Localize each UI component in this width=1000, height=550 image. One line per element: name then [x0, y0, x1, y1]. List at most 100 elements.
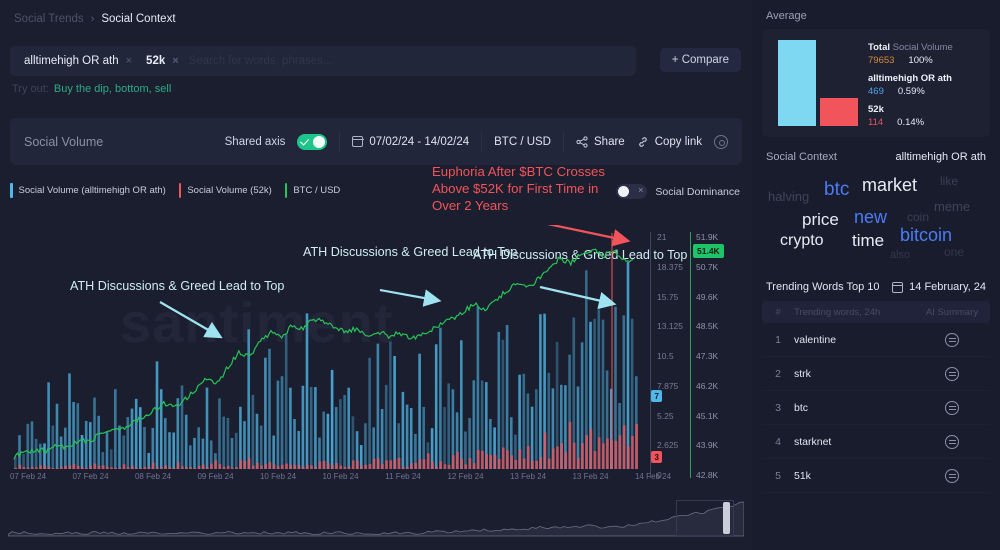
volume-bar: [134, 398, 138, 469]
try-out-link[interactable]: Buy the dip, bottom, sell: [54, 83, 171, 95]
legend-item-btc-usd[interactable]: BTC / USD: [284, 183, 340, 198]
volume-bar-52k: [297, 465, 301, 469]
volume-bar: [364, 423, 367, 469]
volume-bar-52k: [618, 435, 622, 469]
word-cloud-item[interactable]: one: [944, 245, 964, 259]
share-button[interactable]: Share: [576, 136, 625, 148]
volume-bar-52k: [439, 461, 443, 469]
volume-bar-52k: [427, 453, 430, 469]
navigator-handle-right[interactable]: [723, 502, 730, 534]
volume-bar: [97, 415, 100, 469]
breadcrumb-separator-icon: ›: [90, 13, 95, 25]
volume-bar: [234, 432, 238, 469]
word-cloud-item[interactable]: price: [802, 210, 839, 230]
shared-axis-toggle[interactable]: [297, 133, 328, 150]
breadcrumb-root[interactable]: Social Trends: [14, 13, 84, 25]
volume-bar: [464, 431, 467, 469]
volume-axis-tick: 18.375: [657, 261, 683, 272]
volume-bar-52k: [293, 464, 297, 469]
volume-bar: [180, 385, 184, 469]
ai-summary-icon[interactable]: [945, 332, 959, 347]
legend-item-social-volume-52k[interactable]: Social Volume (52k): [178, 183, 272, 198]
volume-bar-52k: [143, 466, 147, 469]
x-axis-tick: 10 Feb 24: [322, 472, 359, 481]
volume-bar: [322, 411, 325, 469]
volume-bar-52k: [606, 438, 609, 469]
volume-bar-52k: [502, 447, 505, 469]
price-axis-tick: 43.9K: [696, 440, 719, 451]
search-bar[interactable]: alltimehigh OR ath × 52k ×: [10, 46, 636, 76]
word-cloud: halving btc market like meme price new coin bitc…: [762, 167, 990, 271]
volume-bar-52k: [335, 463, 338, 469]
volume-bar-52k: [510, 455, 513, 469]
word-cloud-item[interactable]: coin: [907, 210, 929, 224]
volume-bar: [309, 387, 313, 469]
word-cloud-item[interactable]: also: [890, 249, 910, 261]
table-row[interactable]: 2 strk: [762, 357, 990, 391]
volume-bar-52k: [60, 466, 63, 469]
table-row[interactable]: 3 btc: [762, 391, 990, 425]
volume-bar: [239, 406, 242, 469]
trending-date-picker[interactable]: 14 February, 24: [891, 281, 986, 293]
chart-plot-area[interactable]: [10, 225, 645, 475]
axis-line: [650, 232, 651, 478]
ai-summary-icon[interactable]: [945, 366, 959, 381]
volume-bar: [251, 394, 255, 469]
compare-button[interactable]: + Compare: [659, 48, 741, 72]
ai-summary-icon[interactable]: [945, 400, 959, 415]
volume-bar: [201, 438, 205, 469]
volume-bar-52k: [252, 465, 255, 469]
volume-bar-52k: [531, 460, 534, 469]
search-input[interactable]: [188, 55, 626, 67]
word-cloud-item[interactable]: like: [940, 174, 958, 188]
gear-icon[interactable]: [714, 134, 728, 149]
word-cloud-item[interactable]: market: [862, 175, 917, 196]
breadcrumb: Social Trends › Social Context: [0, 0, 752, 25]
trending-words-title: Trending Words Top 10: [766, 281, 880, 293]
volume-bar-52k: [193, 468, 197, 469]
table-row[interactable]: 1 valentine: [762, 323, 990, 357]
ai-summary-icon[interactable]: [945, 468, 959, 483]
volume-bar: [593, 318, 596, 469]
volume-bar-52k: [568, 422, 572, 469]
chip-close-icon[interactable]: ×: [126, 55, 132, 67]
stat-value: 79653: [868, 55, 895, 66]
chart-navigator[interactable]: [7, 500, 745, 538]
volume-bar-52k: [51, 467, 55, 469]
volume-bar-52k: [22, 467, 26, 469]
ai-summary-icon[interactable]: [945, 434, 959, 449]
volume-bar-52k: [43, 465, 47, 469]
pair-selector[interactable]: BTC / USD: [494, 136, 551, 148]
volume-axis-tick: 5.25: [657, 410, 674, 421]
chip-alltimehigh[interactable]: alltimehigh OR ath ×: [20, 53, 136, 69]
word-cloud-item[interactable]: halving: [768, 189, 809, 204]
word-cloud-item[interactable]: time: [852, 231, 884, 251]
table-header: # Trending words, 24h AI Summary: [762, 301, 990, 323]
legend-item-social-volume-ath[interactable]: Social Volume (alltimehigh OR ath): [10, 183, 166, 198]
average-bar-chart: [772, 38, 868, 128]
calendar-icon: [891, 281, 904, 293]
word-cloud-item[interactable]: new: [854, 207, 887, 228]
word-cloud-item[interactable]: crypto: [780, 232, 824, 250]
volume-bar: [347, 387, 350, 469]
volume-bar-52k: [197, 465, 201, 469]
chip-close-icon[interactable]: ×: [172, 55, 178, 67]
volume-bar-52k: [564, 452, 568, 469]
volume-bar: [330, 369, 334, 469]
word-cloud-item[interactable]: btc: [824, 179, 849, 201]
volume-bar-52k: [522, 458, 526, 469]
word-cloud-item[interactable]: meme: [934, 199, 970, 214]
copy-link-button[interactable]: Copy link: [637, 136, 702, 148]
x-axis-tick: 14 Feb 24: [634, 472, 672, 481]
volume-bar-52k: [139, 467, 142, 469]
table-row[interactable]: 4 starknet: [762, 425, 990, 459]
date-range-picker[interactable]: 07/02/24 - 14/02/24: [352, 136, 469, 148]
chip-52k[interactable]: 52k ×: [142, 53, 183, 69]
volume-bar: [305, 313, 309, 469]
volume-bar-52k: [477, 450, 480, 469]
volume-bar-52k: [418, 459, 422, 469]
table-row[interactable]: 5 51k: [762, 459, 990, 493]
word-cloud-item[interactable]: bitcoin: [900, 225, 952, 246]
volume-bar: [68, 373, 71, 469]
legend-label: Social Volume (alltimehigh OR ath): [18, 185, 166, 196]
